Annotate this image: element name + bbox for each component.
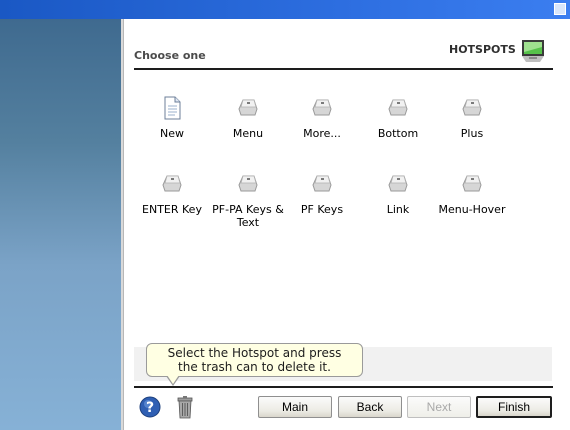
back-button[interactable]: Back (338, 396, 402, 418)
hotspot-label: Plus (460, 127, 484, 140)
section-title: HOTSPOTS (449, 43, 516, 56)
next-button[interactable]: Next (407, 396, 471, 418)
main-button[interactable]: Main (258, 396, 332, 418)
hotspot-menu-hover[interactable]: Menu-Hover (432, 171, 512, 216)
trash-icon[interactable] (175, 395, 195, 419)
key-icon (462, 175, 482, 192)
hotspot-more[interactable]: More... (282, 95, 362, 140)
wizard-sidebar (0, 19, 123, 430)
hotspot-label: ENTER Key (142, 203, 202, 216)
svg-text:?: ? (146, 400, 154, 416)
key-icon (238, 99, 258, 116)
hotspot-label: More... (303, 127, 341, 140)
hotspot-link[interactable]: Link (358, 171, 438, 216)
key-icon (462, 99, 482, 116)
new-document-icon (164, 96, 181, 120)
key-icon (312, 99, 332, 116)
titlebar-button[interactable] (554, 3, 566, 15)
key-icon (162, 175, 182, 192)
help-icon[interactable]: ? (139, 396, 161, 418)
tooltip-line-1: Select the Hotspot and press (167, 346, 342, 360)
delete-tooltip: Select the Hotspot and press the trash c… (146, 343, 363, 377)
hotspot-new[interactable]: New (132, 95, 212, 140)
choose-one-label: Choose one (134, 49, 206, 62)
window-titlebar (0, 0, 570, 19)
finish-button[interactable]: Finish (476, 396, 552, 418)
key-icon (388, 99, 408, 116)
key-icon (238, 175, 258, 192)
hotspot-label: Menu (232, 127, 264, 140)
key-icon (312, 175, 332, 192)
hotspot-label: Bottom (377, 127, 419, 140)
header-divider (134, 68, 553, 70)
hotspot-pf-keys[interactable]: PF Keys (282, 171, 362, 216)
tooltip-tail-fill (167, 375, 179, 384)
hotspot-label: Menu-Hover (438, 203, 506, 216)
key-icon (388, 175, 408, 192)
hotspot-label: PF Keys (300, 203, 344, 216)
hotspot-enter-key[interactable]: ENTER Key (132, 171, 212, 216)
hotspots-monitor-icon (522, 40, 544, 62)
footer-divider (134, 386, 553, 388)
hotspot-bottom[interactable]: Bottom (358, 95, 438, 140)
hotspot-menu[interactable]: Menu (208, 95, 288, 140)
hotspot-label: Link (386, 203, 410, 216)
hotspot-label: New (160, 127, 184, 140)
tooltip-line-2: the trash can to delete it. (178, 360, 331, 374)
hotspot-plus[interactable]: Plus (432, 95, 512, 140)
hotspot-label: PF-PA Keys & Text (212, 203, 284, 229)
hotspot-pf-pa-keys-text[interactable]: PF-PA Keys & Text (208, 171, 288, 229)
